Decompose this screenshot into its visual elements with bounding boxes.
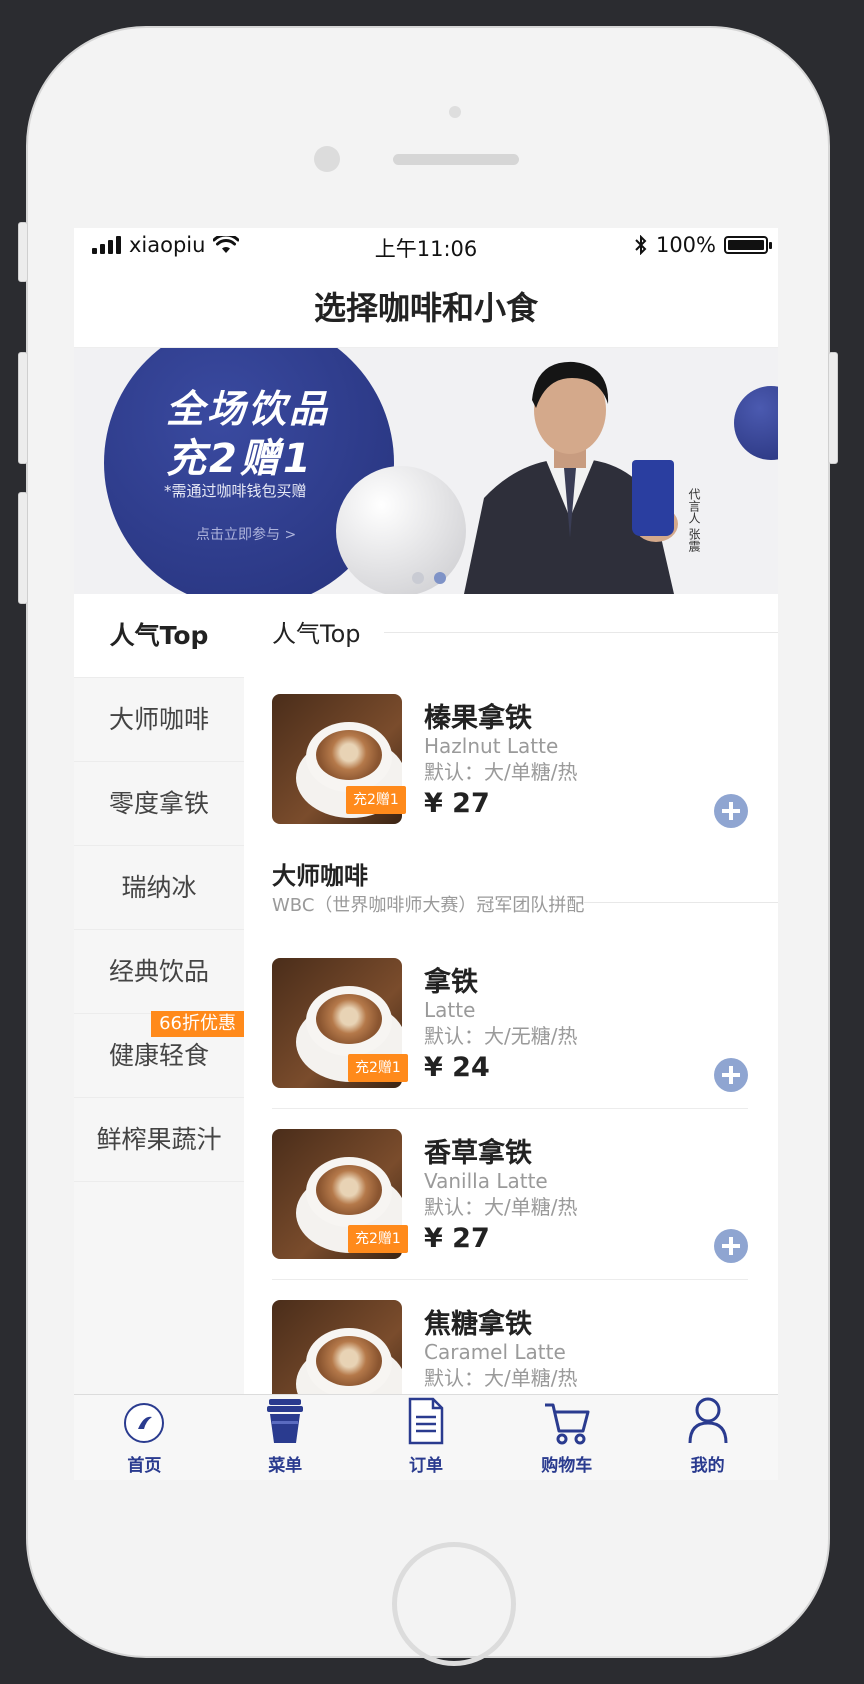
product-price: ¥ 27 bbox=[424, 788, 490, 819]
sidebar-item-master-coffee[interactable]: 大师咖啡 bbox=[74, 678, 244, 762]
section-title: 人气Top bbox=[272, 620, 361, 648]
product-default-options: 默认：大/单糖/热 bbox=[424, 1195, 578, 1219]
earpiece-speaker bbox=[393, 154, 519, 165]
banner-note: *需通过咖啡钱包买赠 bbox=[164, 482, 307, 500]
sidebar-item-ice[interactable]: 瑞纳冰 bbox=[74, 846, 244, 930]
decor-sphere-small bbox=[734, 386, 778, 460]
product-default-options: 默认：大/单糖/热 bbox=[424, 760, 578, 784]
menu-cup-icon bbox=[267, 1399, 304, 1443]
mute-switch[interactable] bbox=[18, 222, 28, 282]
volume-up-button[interactable] bbox=[18, 352, 28, 464]
section-title: 大师咖啡 bbox=[272, 862, 368, 890]
sidebar-item-label: 瑞纳冰 bbox=[121, 873, 197, 902]
product-default-options: 默认：大/无糖/热 bbox=[424, 1024, 578, 1048]
carousel-dot-2[interactable] bbox=[434, 572, 446, 584]
product-english-name: Latte bbox=[424, 998, 476, 1022]
product-name: 拿铁 bbox=[424, 967, 478, 998]
tab-label: 购物车 bbox=[541, 1456, 593, 1476]
product-english-name: Vanilla Latte bbox=[424, 1169, 548, 1193]
sidebar-item-label: 人气Top bbox=[109, 621, 209, 650]
promo-badge: 充2赠1 bbox=[348, 1225, 408, 1253]
tab-label: 订单 bbox=[408, 1456, 443, 1476]
category-sidebar: 人气Top 大师咖啡 零度拿铁 瑞纳冰 经典饮品 66折优惠 健康轻食 鲜榨果蔬… bbox=[74, 594, 244, 1394]
product-default-options: 默认：大/单糖/热 bbox=[424, 1366, 578, 1390]
discount-badge: 66折优惠 bbox=[151, 1011, 244, 1037]
section-header-top: 人气Top bbox=[272, 614, 361, 649]
banner-promo: 充2赠1 bbox=[166, 436, 314, 482]
app-screen: xiaopiu 上午11:06 100% 选择咖啡和小食 全场饮品 充2赠1 *… bbox=[74, 228, 778, 1480]
tab-home[interactable]: 首页 bbox=[74, 1395, 215, 1480]
product-item[interactable]: 充2赠1 拿铁 Latte 默认：大/无糖/热 ¥ 24 bbox=[272, 958, 748, 1092]
product-price: ¥ 27 bbox=[424, 1223, 490, 1254]
carousel-dots[interactable] bbox=[412, 572, 446, 584]
bottom-tab-bar: 首页 菜单 订单 购物车 我的 bbox=[74, 1394, 778, 1480]
proximity-sensor bbox=[449, 106, 461, 118]
front-camera bbox=[314, 146, 340, 172]
page-title: 选择咖啡和小食 bbox=[74, 268, 778, 348]
sidebar-item-label: 鲜榨果蔬汁 bbox=[96, 1125, 222, 1154]
banner-headline: 全场饮品 bbox=[166, 387, 331, 431]
sidebar-item-light-food[interactable]: 66折优惠 健康轻食 bbox=[74, 1011, 244, 1098]
home-button[interactable] bbox=[392, 1542, 516, 1666]
product-name: 榛果拿铁 bbox=[424, 703, 532, 734]
sidebar-item-label: 健康轻食 bbox=[108, 1041, 209, 1070]
product-english-name: Hazlnut Latte bbox=[424, 734, 559, 758]
product-item[interactable]: 充2赠1 榛果拿铁 Hazlnut Latte 默认：大/单糖/热 ¥ 27 bbox=[272, 694, 748, 828]
tab-profile[interactable]: 我的 bbox=[637, 1395, 778, 1480]
battery-icon bbox=[724, 236, 772, 254]
promo-badge: 充2赠1 bbox=[348, 1054, 408, 1082]
add-to-cart-button[interactable] bbox=[714, 1058, 748, 1092]
item-divider bbox=[272, 1279, 748, 1280]
volume-down-button[interactable] bbox=[18, 492, 28, 604]
status-right: 100% bbox=[634, 233, 772, 257]
sidebar-item-zero-latte[interactable]: 零度拿铁 bbox=[74, 762, 244, 846]
sidebar-item-label: 经典饮品 bbox=[108, 957, 209, 986]
user-profile-icon bbox=[688, 1397, 728, 1444]
battery-percent: 100% bbox=[655, 233, 716, 257]
section-header-master-coffee: 大师咖啡 WBC（世界咖啡师大赛）冠军团队拼配 bbox=[272, 856, 584, 917]
product-item[interactable]: 充2赠1 香草拿铁 Vanilla Latte 默认：大/单糖/热 ¥ 27 bbox=[272, 1129, 748, 1263]
sidebar-item-top[interactable]: 人气Top bbox=[74, 594, 244, 678]
shopping-cart-icon bbox=[544, 1403, 590, 1445]
add-to-cart-button[interactable] bbox=[714, 794, 748, 828]
tab-orders[interactable]: 订单 bbox=[356, 1395, 497, 1480]
coffee-cup-image bbox=[632, 460, 674, 536]
item-divider bbox=[272, 1108, 748, 1109]
promo-banner[interactable]: 全场饮品 充2赠1 *需通过咖啡钱包买赠 点击立即参与 > 代言人 张震 bbox=[74, 348, 778, 594]
sidebar-item-classic[interactable]: 经典饮品 bbox=[74, 930, 244, 1014]
add-to-cart-button[interactable] bbox=[714, 1229, 748, 1263]
endorser-caption: 代言人 张震 bbox=[687, 488, 701, 552]
product-name: 香草拿铁 bbox=[424, 1138, 532, 1169]
power-button[interactable] bbox=[828, 352, 838, 464]
carousel-dot-1[interactable] bbox=[412, 572, 424, 584]
section-subtitle: WBC（世界咖啡师大赛）冠军团队拼配 bbox=[272, 895, 585, 916]
product-list: 人气Top 充2赠1 榛果拿铁 Hazlnut Latte 默认：大/单糖/热 … bbox=[244, 594, 778, 1430]
sidebar-item-juice[interactable]: 鲜榨果蔬汁 bbox=[74, 1098, 244, 1182]
section-rule bbox=[584, 902, 778, 903]
product-name: 焦糖拿铁 bbox=[424, 1309, 532, 1340]
product-price: ¥ 24 bbox=[424, 1052, 490, 1083]
bluetooth-icon bbox=[635, 235, 647, 255]
promo-badge: 充2赠1 bbox=[346, 786, 406, 814]
order-document-icon bbox=[408, 1397, 444, 1445]
banner-cta-link[interactable]: 点击立即参与 > bbox=[196, 524, 296, 544]
status-bar: xiaopiu 上午11:06 100% bbox=[74, 228, 778, 268]
sidebar-item-label: 大师咖啡 bbox=[108, 705, 209, 734]
sidebar-item-label: 零度拿铁 bbox=[108, 789, 209, 818]
section-rule bbox=[384, 632, 778, 633]
tab-menu[interactable]: 菜单 bbox=[215, 1395, 356, 1480]
product-english-name: Caramel Latte bbox=[424, 1340, 566, 1364]
home-cup-icon bbox=[124, 1403, 165, 1443]
tab-label: 首页 bbox=[127, 1456, 162, 1476]
tab-cart[interactable]: 购物车 bbox=[496, 1395, 637, 1480]
tab-label: 菜单 bbox=[268, 1456, 303, 1476]
tab-label: 我的 bbox=[690, 1456, 725, 1476]
